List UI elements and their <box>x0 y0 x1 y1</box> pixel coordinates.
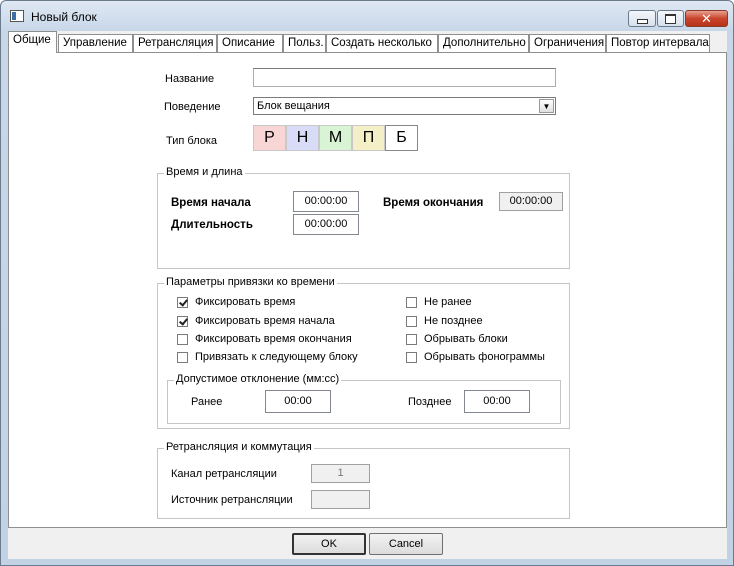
tab-relay[interactable]: Ретрансляция <box>133 34 217 53</box>
checkbox-box[interactable] <box>177 315 188 327</box>
fix-end-time-label: Фиксировать время окончания <box>195 333 352 345</box>
behavior-selected-value: Блок вещания <box>257 100 330 112</box>
cancel-button[interactable]: Cancel <box>369 533 443 555</box>
break-blocks-checkbox[interactable]: Обрывать блоки <box>406 333 508 345</box>
window-title: Новый блок <box>31 10 97 24</box>
tab-repeat-interval[interactable]: Повтор интервала <box>606 34 710 53</box>
behavior-select[interactable]: Блок вещания ▼ <box>253 97 556 115</box>
tab-user[interactable]: Польз. <box>283 34 326 53</box>
tab-control[interactable]: Управление <box>58 34 133 53</box>
relay-group: Ретрансляция и коммутация Канал ретрансл… <box>157 441 570 519</box>
window-icon <box>10 10 24 22</box>
dialog-client: Общие Управление Ретрансляция Описание П… <box>8 31 727 559</box>
fix-start-time-checkbox[interactable]: Фиксировать время начала <box>177 315 335 327</box>
time-length-group-title: Время и длина <box>164 166 245 178</box>
minimize-button[interactable] <box>628 10 656 27</box>
block-type-r-label: Р <box>264 129 275 146</box>
block-type-m-label: М <box>328 129 343 146</box>
relay-channel-label: Канал ретрансляции <box>171 468 277 480</box>
end-time-field: 00:00:00 <box>499 192 563 211</box>
duration-field[interactable]: 00:00:00 <box>293 214 359 235</box>
earlier-label: Ранее <box>191 396 223 408</box>
title-bar[interactable]: Новый блок ✕ <box>1 1 733 29</box>
block-type-n-button[interactable]: Н <box>286 125 319 151</box>
not-earlier-checkbox[interactable]: Не ранее <box>406 296 472 308</box>
relay-source-label: Источник ретрансляции <box>171 494 293 506</box>
ok-button[interactable]: OK <box>292 533 366 555</box>
later-field[interactable]: 00:00 <box>464 390 530 413</box>
checkbox-box[interactable] <box>406 333 417 345</box>
fix-end-time-checkbox[interactable]: Фиксировать время окончания <box>177 333 352 345</box>
tab-strip: Общие Управление Ретрансляция Описание П… <box>8 31 727 53</box>
block-type-b-label: Б <box>396 129 407 146</box>
end-time-label: Время окончания <box>383 197 484 209</box>
bind-next-block-checkbox[interactable]: Привязать к следующему блоку <box>177 351 358 363</box>
break-phonograms-checkbox[interactable]: Обрывать фонограммы <box>406 351 545 363</box>
fix-time-label: Фиксировать время <box>195 296 296 308</box>
dialog-window: Новый блок ✕ Общие Управление Ретрансляц… <box>0 0 734 566</box>
not-later-checkbox[interactable]: Не позднее <box>406 315 483 327</box>
checkbox-box[interactable] <box>177 351 188 363</box>
name-label: Название <box>165 73 215 85</box>
deviation-group: Допустимое отклонение (мм:сс) Ранее 00:0… <box>167 373 561 424</box>
block-type-n-label: Н <box>296 129 309 146</box>
close-button[interactable]: ✕ <box>685 10 728 27</box>
time-binding-group-title: Параметры привязки ко времени <box>164 276 337 288</box>
tab-description[interactable]: Описание <box>217 34 283 53</box>
break-phonograms-label: Обрывать фонограммы <box>424 351 545 363</box>
tab-additional[interactable]: Дополнительно <box>438 34 529 53</box>
maximize-button[interactable] <box>657 10 684 27</box>
close-icon: ✕ <box>701 10 712 26</box>
relay-source-field <box>311 490 370 509</box>
start-time-field[interactable]: 00:00:00 <box>293 191 359 212</box>
checkbox-box[interactable] <box>406 296 417 308</box>
relay-channel-field: 1 <box>311 464 370 483</box>
start-time-label: Время начала <box>171 197 251 209</box>
not-later-label: Не позднее <box>424 315 483 327</box>
block-type-p-label: П <box>362 129 375 146</box>
checkbox-box[interactable] <box>177 333 188 345</box>
fix-time-checkbox[interactable]: Фиксировать время <box>177 296 295 308</box>
name-input[interactable] <box>253 68 556 87</box>
relay-group-title: Ретрансляция и коммутация <box>164 441 314 453</box>
break-blocks-label: Обрывать блоки <box>424 333 508 345</box>
bind-next-block-label: Привязать к следующему блоку <box>195 351 358 363</box>
deviation-group-title: Допустимое отклонение (мм:сс) <box>174 373 342 385</box>
block-type-p-button[interactable]: П <box>352 125 385 151</box>
maximize-icon <box>665 13 676 24</box>
tab-create-multiple[interactable]: Создать несколько <box>326 34 438 53</box>
not-earlier-label: Не ранее <box>424 296 472 308</box>
block-type-m-button[interactable]: М <box>319 125 352 151</box>
block-type-label: Тип блока <box>166 135 218 147</box>
time-length-group: Время и длина Время начала 00:00:00 Врем… <box>157 166 570 269</box>
minimize-icon <box>636 18 648 24</box>
duration-label: Длительность <box>171 219 253 231</box>
checkbox-box[interactable] <box>406 351 417 363</box>
checkbox-box[interactable] <box>406 315 417 327</box>
block-type-b-button[interactable]: Б <box>385 125 418 151</box>
earlier-field[interactable]: 00:00 <box>265 390 331 413</box>
block-type-r-button[interactable]: Р <box>253 125 286 151</box>
fix-start-time-label: Фиксировать время начала <box>195 315 335 327</box>
checkbox-box[interactable] <box>177 296 188 308</box>
later-label: Позднее <box>408 396 452 408</box>
time-binding-group: Параметры привязки ко времени Фиксироват… <box>157 276 570 429</box>
tab-restrictions[interactable]: Ограничения <box>529 34 606 53</box>
tab-panel-general: Название Поведение Блок вещания ▼ Тип бл… <box>8 52 727 528</box>
chevron-down-icon[interactable]: ▼ <box>539 99 554 113</box>
behavior-label: Поведение <box>164 101 221 113</box>
tab-general[interactable]: Общие <box>8 31 57 53</box>
